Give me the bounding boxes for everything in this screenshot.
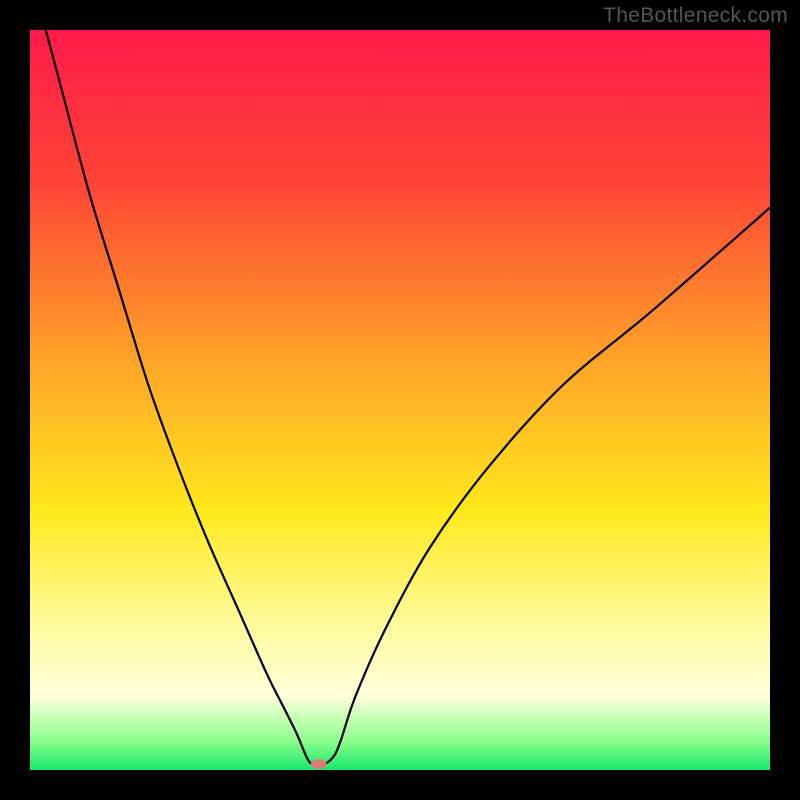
gradient-background [30,30,770,770]
plot-area [30,30,770,770]
attribution-text: TheBottleneck.com [603,4,788,28]
optimum-marker [311,759,327,769]
chart-svg [30,30,770,770]
chart-frame: TheBottleneck.com [0,0,800,800]
